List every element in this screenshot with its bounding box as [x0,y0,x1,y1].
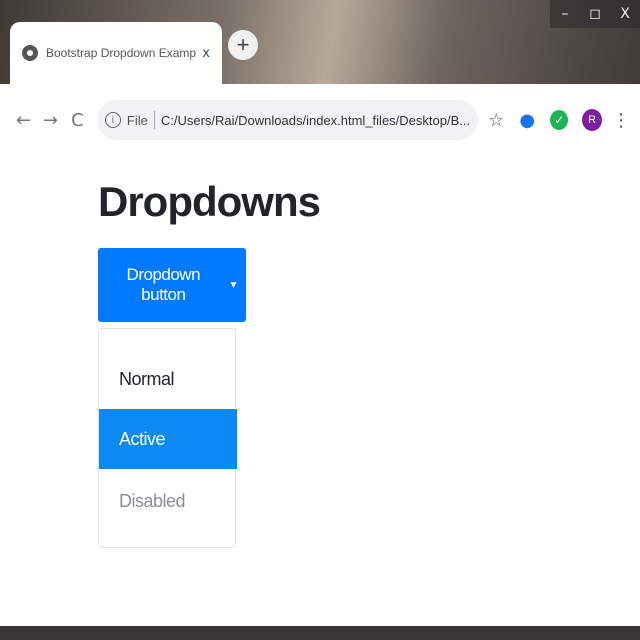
reload-icon[interactable]: C [64,105,91,135]
address-bar[interactable]: i File C:/Users/Rai/Downloads/index.html… [96,100,479,140]
desktop-bottom-strip [0,626,640,640]
bookmark-star-icon[interactable]: ☆ [488,110,504,131]
dropdown-menu: Normal Active Disabled [98,328,237,548]
dropdown-button-label: Dropdown button [126,265,201,304]
forward-icon[interactable]: → [37,105,64,135]
tab-close-icon[interactable]: x [202,46,210,61]
browser-tab[interactable]: Bootstrap Dropdown Example x [10,22,222,84]
dropdown-item-active[interactable]: Active [99,409,237,469]
url-text[interactable]: C:/Users/Rai/Downloads/index.html_files/… [161,113,470,128]
dropdown-item-normal[interactable]: Normal [99,349,237,409]
divider [153,111,155,129]
extension-person-icon[interactable]: ● [518,110,536,131]
globe-icon [22,45,38,61]
tab-title: Bootstrap Dropdown Example [46,46,197,60]
url-scheme: File [126,112,148,128]
info-icon[interactable]: i [104,112,121,128]
profile-avatar[interactable]: R [582,109,602,131]
tab-strip: Bootstrap Dropdown Example x + [0,22,640,84]
back-icon[interactable]: ← [10,105,37,135]
dropdown-button[interactable]: Dropdown button ▼ [98,248,246,322]
browser-menu-icon[interactable]: ⋮ [612,110,630,131]
dropdown-item-disabled: Disabled [119,490,186,511]
caret-down-icon: ▼ [228,279,239,291]
page-title: Dropdowns [98,178,321,225]
browser-toolbar: ← → C i File C:/Users/Rai/Downloads/inde… [0,84,640,156]
page-content: Dropdowns Dropdown button ▼ Normal Activ… [0,156,640,626]
extension-green-icon[interactable]: ✓ [550,110,569,130]
new-tab-button[interactable]: + [228,30,258,60]
